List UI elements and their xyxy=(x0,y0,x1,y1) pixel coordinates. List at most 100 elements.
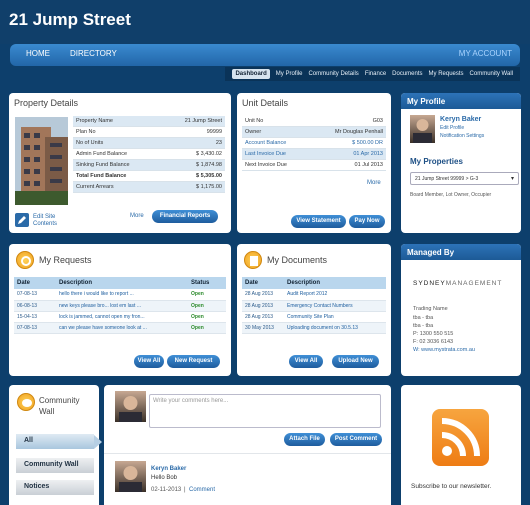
edit-icon[interactable] xyxy=(15,213,29,227)
table-row[interactable]: 28 Aug 2013 Audit Report 2012 xyxy=(242,289,386,301)
property-table: Property Name 21 Jump Street Plan No 99999… xyxy=(73,116,225,193)
table-row: Account Balance $ 500.00 DR xyxy=(242,137,386,149)
avatar xyxy=(410,115,435,143)
attach-file-button[interactable]: Attach File xyxy=(284,433,325,446)
my-properties-title: My Properties xyxy=(410,157,463,166)
post-author[interactable]: Keryn Baker xyxy=(151,466,186,472)
newsletter-text[interactable]: Subscribe to our newsletter. xyxy=(411,483,491,490)
top-bar: 21 Jump Street xyxy=(0,0,530,44)
unit-details-title: Unit Details xyxy=(242,98,289,108)
my-requests-title: My Requests xyxy=(39,255,92,265)
table-row[interactable]: 15-04-13 lock is jammed, cannot open my f… xyxy=(14,311,226,323)
table-header-row: Date Description xyxy=(242,277,386,289)
sub-nav: Dashboard My Profile Community Details F… xyxy=(225,67,520,81)
my-documents-title: My Documents xyxy=(267,255,328,265)
active-tab-arrow xyxy=(94,435,102,449)
notification-settings-link[interactable]: Notification Settings xyxy=(440,133,484,139)
property-select[interactable]: 21 Jump Street 99999 > G-3 ▾ xyxy=(410,172,519,185)
table-row: Total Fund Balance $ 5,305.00 xyxy=(73,170,225,182)
managed-by-panel: Managed By SYDNEYMANAGEMENT Trading Name… xyxy=(401,244,521,376)
table-row[interactable]: 28 Aug 2013 Community Site Plan xyxy=(242,311,386,323)
edit-site-contents-link[interactable]: Edit Site Contents xyxy=(33,214,67,228)
property-table-wrap: Property Name 21 Jump Street Plan No 99999… xyxy=(73,116,225,193)
post-comment-link[interactable]: Comment xyxy=(189,487,215,493)
rss-icon[interactable] xyxy=(432,409,489,466)
table-row: Owner Mr Douglas Penhall xyxy=(242,126,386,138)
unit-more-link[interactable]: More xyxy=(367,180,381,186)
table-row[interactable]: 07-08-13 hello there i would like to repo… xyxy=(14,289,226,301)
requests-icon xyxy=(16,251,34,269)
wall-tab-community-wall[interactable]: Community Wall xyxy=(16,458,94,473)
table-row: Sinking Fund Balance $ 1,874.98 xyxy=(73,159,225,171)
requests-table-wrap: Date Description Status 07-08-13 hello ther… xyxy=(14,277,226,334)
management-logo: SYDNEYMANAGEMENT xyxy=(413,280,503,287)
main-nav: HOME DIRECTORY MY ACCOUNT xyxy=(10,44,520,66)
table-header-row: Date Description Status xyxy=(14,277,226,289)
managed-by-header: Managed By xyxy=(401,244,521,260)
comment-input[interactable]: Write your comments here... xyxy=(149,394,381,428)
community-wall-icon xyxy=(17,393,35,411)
post-comment-button[interactable]: Post Comment xyxy=(330,433,382,446)
table-row[interactable]: 06-08-13 new keys please bro... lost em l… xyxy=(14,300,226,312)
subnav-community-details[interactable]: Community Details xyxy=(308,71,358,77)
table-row: Admin Fund Balance $ 3,430.02 xyxy=(73,148,225,160)
unit-details-panel: Unit Details Unit No G03 Owner Mr Douglas … xyxy=(237,93,391,233)
documents-table-wrap: Date Description 28 Aug 2013 Audit Report … xyxy=(242,277,386,334)
nav-home[interactable]: HOME xyxy=(26,49,50,58)
table-row: Current Arrears $ 1,175.00 xyxy=(73,181,225,193)
phone-number: P: 1300 550 515 xyxy=(413,331,454,337)
trading-name-label: Trading Name xyxy=(413,306,448,312)
community-wall-title-line2: Wall xyxy=(39,407,55,416)
table-row: Last Invoice Due 01 Apr 2013 xyxy=(242,148,386,160)
subnav-my-profile[interactable]: My Profile xyxy=(276,71,303,77)
requests-view-all-button[interactable]: View All xyxy=(134,355,164,368)
post-text: Hello Bob xyxy=(151,475,178,481)
unit-table-wrap: Unit No G03 Owner Mr Douglas Penhall Accou… xyxy=(242,116,386,171)
subnav-finance[interactable]: Finance xyxy=(365,71,386,77)
subnav-my-requests[interactable]: My Requests xyxy=(429,71,464,77)
my-documents-panel: My Documents Date Description 28 Aug 2013… xyxy=(237,244,391,376)
wall-tab-all[interactable]: All xyxy=(16,434,94,449)
table-row[interactable]: 07-08-13 can we please have someone look … xyxy=(14,322,226,334)
post-date: 02-11-2013 xyxy=(151,487,182,493)
property-details-title: Property Details xyxy=(14,98,79,108)
table-row[interactable]: 30 May 2013 Uploading document on 30.5.13 xyxy=(242,322,386,334)
divider xyxy=(104,453,391,454)
subnav-community-wall[interactable]: Community Wall xyxy=(470,71,513,77)
site-title: 21 Jump Street xyxy=(9,10,131,29)
nav-my-account[interactable]: MY ACCOUNT xyxy=(459,49,512,58)
wall-feed-panel: Write your comments here... Attach File … xyxy=(104,385,391,505)
property-details-panel: Property Details Property Name 21 Jump St… xyxy=(9,93,231,233)
nav-directory[interactable]: DIRECTORY xyxy=(70,49,117,58)
documents-icon xyxy=(244,251,262,269)
pay-now-button[interactable]: Pay Now xyxy=(349,215,385,228)
website-link[interactable]: W: www.mystrata.com.au xyxy=(413,347,475,353)
my-requests-panel: My Requests Date Description Status 07-08-… xyxy=(9,244,231,376)
table-row: Plan No 99999 xyxy=(73,126,225,138)
post-separator: | xyxy=(184,487,186,493)
property-roles: Board Member, Lot Owner, Occupier xyxy=(410,192,492,198)
view-statement-button[interactable]: View Statement xyxy=(291,215,346,228)
table-row: Unit No G03 xyxy=(242,116,386,127)
edit-profile-link[interactable]: Edit Profile xyxy=(440,125,464,131)
property-more-link[interactable]: More xyxy=(130,213,144,219)
building-image xyxy=(15,117,68,205)
table-row: No of Units 23 xyxy=(73,137,225,149)
documents-view-all-button[interactable]: View All xyxy=(289,355,323,368)
building-photo xyxy=(15,117,68,205)
fax-number: F: 02 3036 6143 xyxy=(413,339,454,345)
wall-tab-notices[interactable]: Notices xyxy=(16,480,94,495)
newsletter-panel: Subscribe to our newsletter. xyxy=(401,385,521,505)
my-profile-header: My Profile xyxy=(401,93,521,109)
table-row: Property Name 21 Jump Street xyxy=(73,116,225,127)
upload-new-button[interactable]: Upload New xyxy=(332,355,379,368)
subnav-documents[interactable]: Documents xyxy=(392,71,422,77)
chevron-down-icon: ▾ xyxy=(510,176,514,182)
subnav-dashboard[interactable]: Dashboard xyxy=(232,69,270,79)
financial-reports-button[interactable]: Financial Reports xyxy=(152,210,218,223)
table-row[interactable]: 28 Aug 2013 Emergency Contact Numbers xyxy=(242,300,386,312)
unit-table: Unit No G03 Owner Mr Douglas Penhall Accou… xyxy=(242,116,386,171)
profile-name[interactable]: Keryn Baker xyxy=(440,116,481,123)
trading-name-value: tba - tba xyxy=(413,315,434,321)
new-request-button[interactable]: New Request xyxy=(167,355,220,368)
